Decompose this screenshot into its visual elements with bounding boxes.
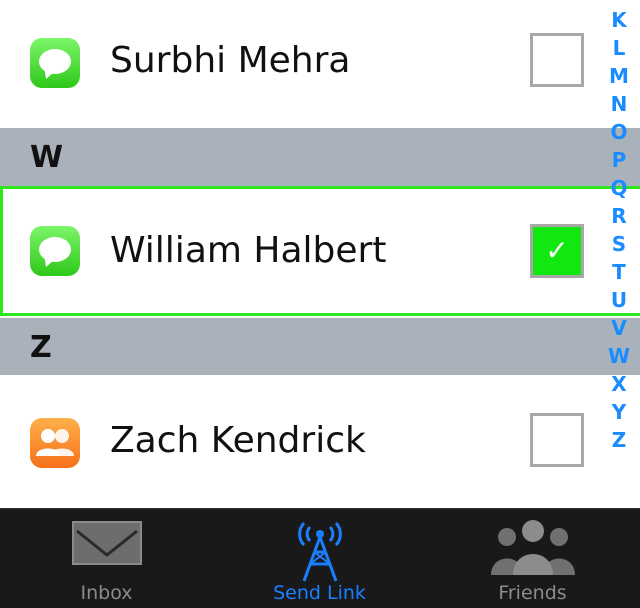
index-letter[interactable]: X	[604, 370, 634, 398]
index-letter[interactable]: W	[604, 342, 634, 370]
index-letter[interactable]: K	[604, 6, 634, 34]
checkmark-icon: ✓	[545, 234, 569, 267]
contact-row[interactable]: Surbhi Mehra	[0, 0, 640, 127]
index-letter[interactable]: L	[604, 34, 634, 62]
tab-label: Friends	[498, 582, 567, 604]
tab-label: Inbox	[80, 582, 133, 604]
envelope-icon	[71, 521, 142, 565]
index-letter[interactable]: Z	[604, 426, 634, 454]
index-letter[interactable]: R	[604, 202, 634, 230]
tab-label: Send Link	[273, 582, 366, 604]
index-letter[interactable]: V	[604, 314, 634, 342]
contact-checkbox[interactable]	[530, 413, 584, 467]
contact-row[interactable]: William Halbert ✓	[0, 186, 640, 316]
index-letter[interactable]: M	[604, 62, 634, 90]
section-header: Z	[0, 318, 640, 376]
contact-name: William Halbert	[110, 230, 387, 271]
tab-inbox[interactable]: Inbox	[0, 509, 213, 608]
index-letter[interactable]: T	[604, 258, 634, 286]
index-letter[interactable]: S	[604, 230, 634, 258]
contact-checkbox-checked[interactable]: ✓	[530, 224, 584, 278]
index-letter[interactable]: Q	[604, 174, 634, 202]
index-letter[interactable]: U	[604, 286, 634, 314]
index-letter[interactable]: N	[604, 90, 634, 118]
contact-name: Surbhi Mehra	[110, 40, 351, 81]
contact-name: Zach Kendrick	[110, 420, 366, 461]
section-letter: W	[30, 140, 64, 175]
section-header: W	[0, 128, 640, 186]
messages-icon	[30, 226, 80, 276]
contact-list: Surbhi Mehra W William Halbert ✓ Z Zach …	[0, 0, 640, 508]
section-letter: Z	[30, 330, 52, 365]
tab-send-link[interactable]: Send Link	[213, 509, 426, 608]
messages-icon	[30, 38, 80, 88]
index-letter[interactable]: P	[604, 146, 634, 174]
contact-checkbox[interactable]	[530, 33, 584, 87]
tab-friends[interactable]: Friends	[426, 509, 639, 608]
index-letter[interactable]: Y	[604, 398, 634, 426]
tab-bar: Inbox Send Link Friends	[0, 508, 640, 608]
contact-row[interactable]: Zach Kendrick	[0, 375, 640, 508]
people-icon	[490, 520, 575, 575]
antenna-icon	[297, 521, 342, 582]
alphabet-index[interactable]: K L M N O P Q R S T U V W X Y Z	[604, 6, 634, 454]
index-letter[interactable]: O	[604, 118, 634, 146]
friends-app-icon	[30, 418, 80, 468]
